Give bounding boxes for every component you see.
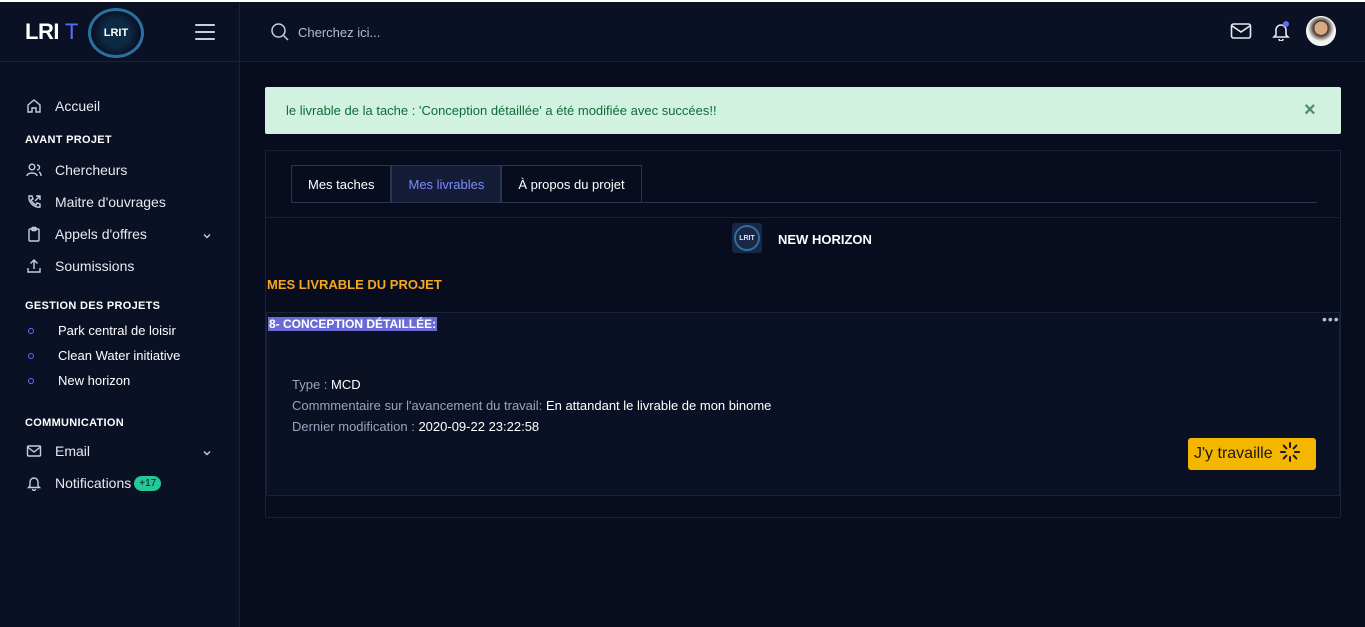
- close-icon[interactable]: ×: [1304, 99, 1316, 122]
- sidebar-item-label: Soumissions: [55, 258, 135, 274]
- notification-count-badge: +17: [134, 475, 162, 491]
- modified-value: 2020-09-22 23:22:58: [418, 419, 540, 434]
- sidebar-project-new-horizon[interactable]: New horizon: [0, 368, 239, 393]
- sidebar-item-accueil[interactable]: Accueil: [0, 90, 239, 122]
- sidebar-item-notifications[interactable]: Notifications +17: [0, 467, 239, 499]
- type-value: MCD: [331, 377, 361, 392]
- avatar[interactable]: [1306, 16, 1336, 46]
- section-title-communication: COMMUNICATION: [25, 417, 125, 429]
- bullet-icon: [28, 327, 34, 334]
- search-icon[interactable]: [270, 22, 290, 47]
- sidebar-nav: Accueil AVANT PROJET Chercheurs Maitre d…: [0, 62, 239, 499]
- chevron-down-icon[interactable]: [202, 445, 212, 461]
- sidebar-item-chercheurs[interactable]: Chercheurs: [0, 154, 239, 186]
- sidebar-item-email[interactable]: Email: [0, 435, 239, 467]
- menu-toggle-icon[interactable]: [195, 24, 215, 40]
- bell-icon: [25, 474, 43, 492]
- tab-mes-taches[interactable]: Mes taches: [291, 165, 392, 203]
- success-alert: le livrable de la tache : 'Conception dé…: [265, 87, 1341, 134]
- clipboard-icon: [25, 225, 43, 243]
- project-label: Park central de loisir: [58, 323, 176, 338]
- sidebar: LRI T LRIT Accueil AVANT PROJET Chercheur…: [0, 2, 240, 627]
- mail-icon: [25, 442, 43, 460]
- deliverable-title: 8- CONCEPTION DÉTAILLÉE:: [268, 317, 438, 331]
- search-input[interactable]: [298, 21, 598, 43]
- phone-forward-icon: [25, 193, 43, 211]
- section-title-gestion-projets: GESTION DES PROJETS: [25, 300, 161, 312]
- tabs-divider: [291, 202, 1317, 203]
- more-options-icon[interactable]: •••: [1322, 311, 1340, 327]
- brand-logo-icon: LRIT: [88, 8, 144, 58]
- top-header: [240, 2, 1365, 62]
- card-divider: [266, 217, 1340, 218]
- sidebar-item-label: Notifications: [55, 475, 132, 491]
- work-on-it-button[interactable]: J'y travaille: [1188, 438, 1316, 470]
- mail-icon[interactable]: [1230, 22, 1252, 45]
- bullet-icon: [28, 377, 34, 384]
- project-name: NEW HORIZON: [778, 232, 872, 247]
- sidebar-item-label: Email: [55, 443, 91, 459]
- deliverable-type: Type : MCD: [292, 377, 361, 392]
- sidebar-item-maitre-ouvrages[interactable]: Maitre d'ouvrages: [0, 186, 239, 218]
- sidebar-item-label: Maitre d'ouvrages: [55, 194, 166, 210]
- project-label: Clean Water initiative: [58, 348, 181, 363]
- sidebar-item-label: Chercheurs: [55, 162, 128, 178]
- sidebar-project-park[interactable]: Park central de loisir: [0, 318, 239, 343]
- alert-message: le livrable de la tache : 'Conception dé…: [286, 103, 717, 118]
- sidebar-item-soumissions[interactable]: Soumissions: [0, 250, 239, 282]
- comment-value: En attandant le livrable de mon binome: [545, 398, 772, 413]
- brand-logo-text: LRI T: [25, 18, 78, 44]
- loading-spinner-icon: [1279, 441, 1301, 468]
- bullet-icon: [28, 352, 34, 359]
- sidebar-item-appels-offres[interactable]: Appels d'offres: [0, 218, 239, 250]
- upload-icon: [25, 257, 43, 275]
- sidebar-item-label: Appels d'offres: [55, 226, 147, 242]
- brand[interactable]: LRI T LRIT: [0, 2, 239, 62]
- project-logo-icon: LRIT: [732, 223, 762, 253]
- users-icon: [25, 161, 43, 179]
- section-heading: MES LIVRABLE DU PROJET: [267, 277, 442, 292]
- tab-a-propos[interactable]: À propos du projet: [501, 165, 642, 203]
- tab-mes-livrables[interactable]: Mes livrables: [391, 165, 502, 203]
- deliverable-comment: Commmentaire sur l'avancement du travail…: [292, 398, 772, 413]
- notification-dot: [1283, 21, 1289, 27]
- project-label: New horizon: [58, 373, 131, 388]
- sidebar-project-clean-water[interactable]: Clean Water initiative: [0, 343, 239, 368]
- home-icon: [25, 97, 43, 115]
- section-title-avant-projet: AVANT PROJET: [25, 134, 112, 146]
- tab-bar: Mes taches Mes livrables À propos du pro…: [291, 165, 642, 203]
- deliverable-panel: 8- CONCEPTION DÉTAILLÉE: ••• Type : MCD …: [266, 311, 1340, 496]
- sidebar-item-label: Accueil: [55, 98, 101, 114]
- chevron-down-icon[interactable]: [202, 228, 212, 244]
- deliverable-modified: Dernier modification : 2020-09-22 23:22:…: [292, 419, 540, 434]
- project-card: Mes taches Mes livrables À propos du pro…: [265, 150, 1341, 518]
